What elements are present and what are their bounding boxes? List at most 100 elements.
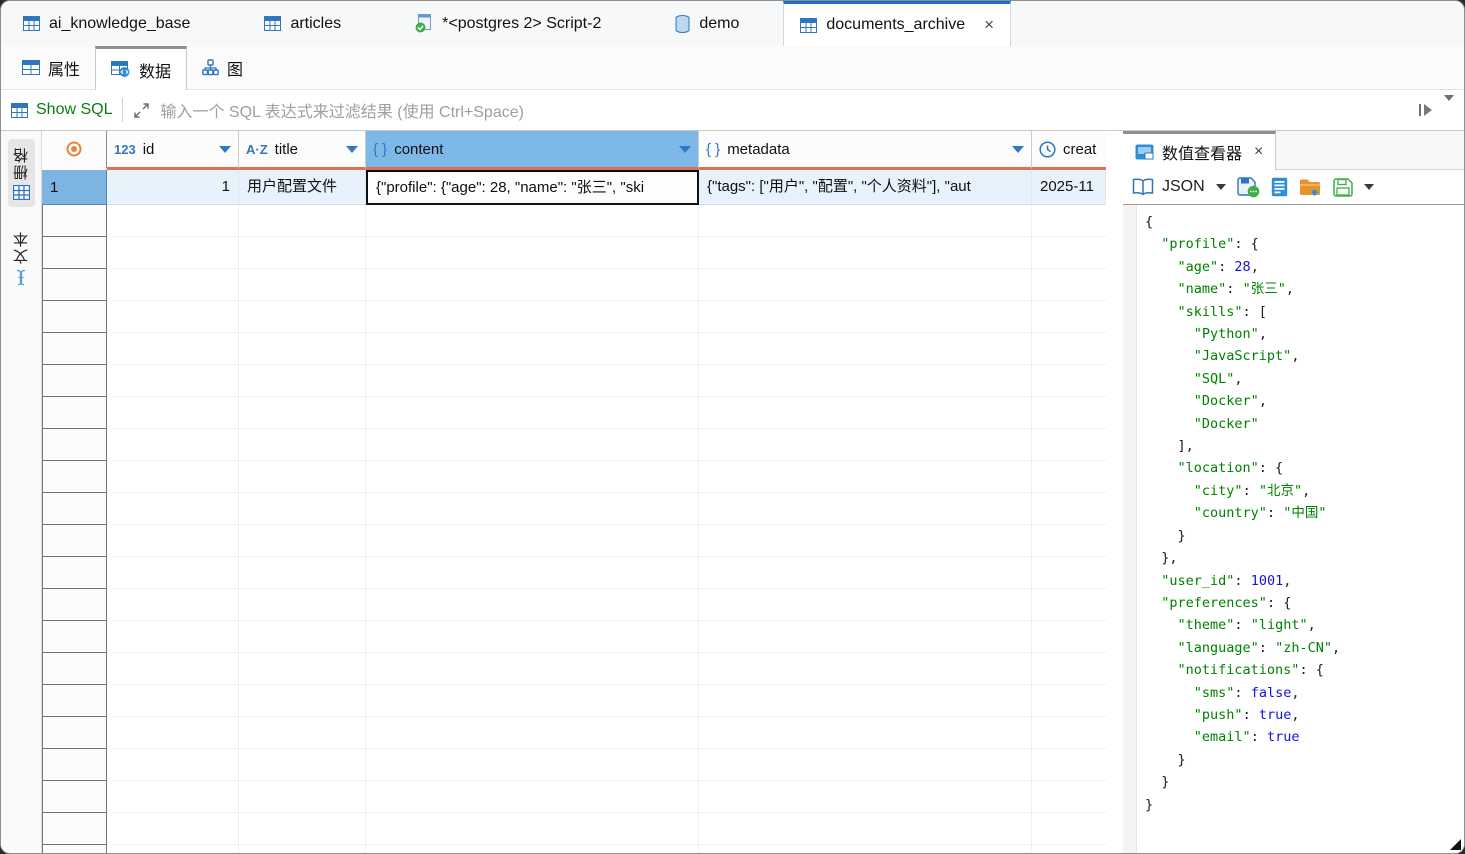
toolbar-more-icon[interactable] (1363, 184, 1374, 190)
empty-cell[interactable] (239, 333, 366, 365)
empty-cell[interactable] (107, 749, 239, 781)
row-number-cell[interactable] (42, 205, 107, 237)
empty-cell[interactable] (366, 269, 699, 301)
empty-cell[interactable] (366, 397, 699, 429)
empty-cell[interactable] (1032, 621, 1106, 653)
row-number-cell[interactable] (42, 460, 107, 493)
empty-cell[interactable] (699, 653, 1032, 685)
cell-content[interactable]: {"profile": {"age": 28, "name": "张三", "s… (366, 170, 699, 205)
filter-history-icon[interactable] (1444, 95, 1454, 119)
presentation-text-tab[interactable]: 文本 (8, 223, 35, 293)
column-header-id[interactable]: 123 id (107, 131, 239, 170)
column-dropdown-icon[interactable] (679, 145, 691, 153)
empty-cell[interactable] (239, 845, 366, 853)
json-code[interactable]: { "profile": { "age": 28, "name": "张三", … (1137, 205, 1464, 853)
empty-cell[interactable] (239, 461, 366, 493)
row-number-cell[interactable] (42, 812, 107, 845)
tab-script-2[interactable]: *<postgres 2> Script-2 (399, 1, 617, 46)
empty-cell[interactable] (239, 205, 366, 237)
empty-cell[interactable] (699, 621, 1032, 653)
table-row[interactable] (42, 556, 1106, 589)
empty-cell[interactable] (107, 269, 239, 301)
empty-cell[interactable] (239, 717, 366, 749)
empty-cell[interactable] (699, 781, 1032, 813)
table-row[interactable] (42, 844, 1106, 853)
empty-cell[interactable] (699, 813, 1032, 845)
row-number-header[interactable] (42, 131, 107, 170)
row-number-cell[interactable] (42, 332, 107, 365)
empty-cell[interactable] (1032, 237, 1106, 269)
row-number-cell[interactable] (42, 588, 107, 621)
row-number-cell[interactable] (42, 268, 107, 301)
row-number-cell[interactable] (42, 364, 107, 397)
table-row[interactable] (42, 460, 1106, 493)
empty-cell[interactable] (1032, 781, 1106, 813)
empty-cell[interactable] (239, 685, 366, 717)
row-number-cell[interactable] (42, 684, 107, 717)
row-number-cell[interactable] (42, 524, 107, 557)
panel-sash[interactable] (1106, 131, 1123, 853)
table-row[interactable] (42, 332, 1106, 365)
empty-cell[interactable] (1032, 205, 1106, 237)
empty-cell[interactable] (366, 621, 699, 653)
empty-cell[interactable] (1032, 653, 1106, 685)
row-number-cell[interactable] (42, 620, 107, 653)
row-number-cell[interactable] (42, 300, 107, 333)
empty-cell[interactable] (699, 525, 1032, 557)
empty-cell[interactable] (1032, 461, 1106, 493)
column-dropdown-icon[interactable] (1012, 145, 1024, 153)
empty-cell[interactable] (239, 493, 366, 525)
table-row[interactable] (42, 396, 1106, 429)
table-row[interactable] (42, 428, 1106, 461)
empty-cell[interactable] (366, 205, 699, 237)
empty-cell[interactable] (366, 717, 699, 749)
resize-grip[interactable] (1450, 839, 1461, 850)
empty-cell[interactable] (366, 781, 699, 813)
empty-cell[interactable] (699, 333, 1032, 365)
format-dropdown-icon[interactable] (1215, 184, 1226, 190)
empty-cell[interactable] (1032, 813, 1106, 845)
empty-cell[interactable] (107, 205, 239, 237)
empty-cell[interactable] (699, 845, 1032, 853)
empty-cell[interactable] (107, 781, 239, 813)
empty-cell[interactable] (1032, 845, 1106, 853)
tab-articles[interactable]: articles (248, 1, 357, 46)
empty-cell[interactable] (107, 717, 239, 749)
empty-cell[interactable] (107, 237, 239, 269)
column-header-created[interactable]: creat (1032, 131, 1106, 170)
row-number-cell[interactable] (42, 492, 107, 525)
close-icon[interactable]: × (984, 15, 994, 35)
empty-cell[interactable] (1032, 333, 1106, 365)
empty-cell[interactable] (239, 429, 366, 461)
load-from-file-icon[interactable] (1299, 178, 1322, 197)
table-row[interactable] (42, 588, 1106, 621)
empty-cell[interactable] (699, 269, 1032, 301)
presentation-grid-tab[interactable]: 栅格 (7, 139, 35, 207)
table-row[interactable] (42, 268, 1106, 301)
empty-cell[interactable] (239, 237, 366, 269)
row-number-cell[interactable] (42, 396, 107, 429)
empty-cell[interactable] (1032, 429, 1106, 461)
empty-cell[interactable] (699, 301, 1032, 333)
tab-demo[interactable]: demo (659, 1, 755, 46)
row-number-cell[interactable] (42, 844, 107, 853)
empty-cell[interactable] (239, 269, 366, 301)
empty-cell[interactable] (1032, 365, 1106, 397)
empty-cell[interactable] (239, 653, 366, 685)
table-row[interactable] (42, 524, 1106, 557)
cell-created[interactable]: 2025-11 (1032, 170, 1106, 205)
empty-cell[interactable] (366, 237, 699, 269)
table-row[interactable] (42, 364, 1106, 397)
close-icon[interactable]: × (1254, 143, 1263, 161)
empty-cell[interactable] (699, 461, 1032, 493)
empty-cell[interactable] (107, 845, 239, 853)
empty-cell[interactable] (366, 333, 699, 365)
empty-cell[interactable] (239, 781, 366, 813)
empty-cell[interactable] (699, 589, 1032, 621)
empty-cell[interactable] (699, 365, 1032, 397)
row-number-cell[interactable] (42, 716, 107, 749)
empty-cell[interactable] (366, 461, 699, 493)
empty-cell[interactable] (1032, 397, 1106, 429)
empty-cell[interactable] (699, 493, 1032, 525)
empty-cell[interactable] (107, 621, 239, 653)
